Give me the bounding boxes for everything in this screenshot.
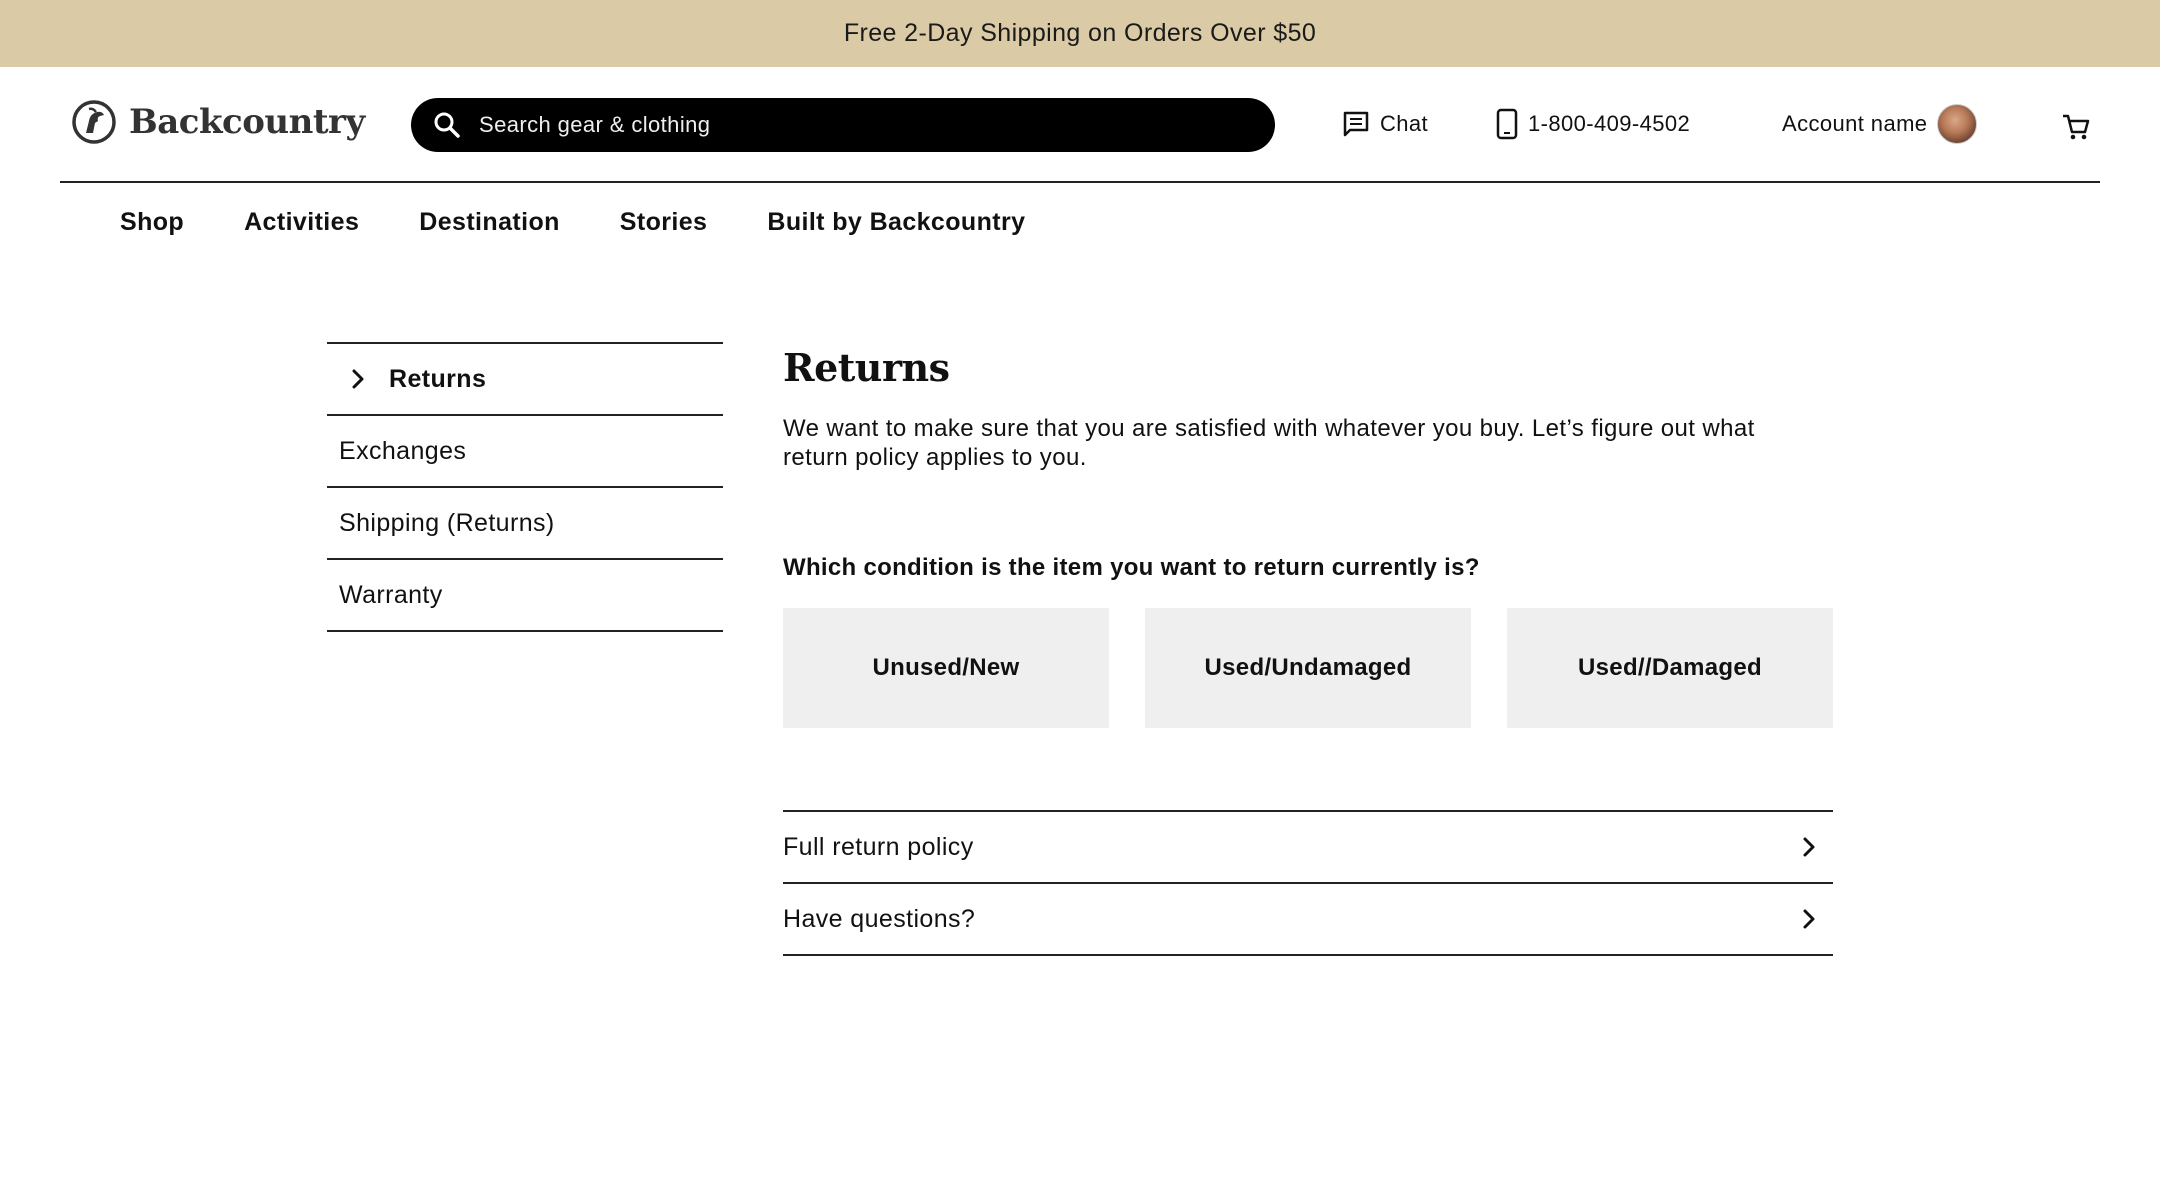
- sidebar-item-returns[interactable]: Returns: [327, 344, 723, 416]
- page-title: Returns: [783, 345, 950, 390]
- condition-question: Which condition is the item you want to …: [783, 554, 1480, 581]
- chat-button[interactable]: Chat: [1342, 107, 1428, 141]
- nav-item-destination[interactable]: Destination: [419, 208, 560, 248]
- phone-number: 1-800-409-4502: [1528, 111, 1691, 136]
- avatar: [1937, 104, 1978, 144]
- main-content: Returns We want to make sure that you ar…: [783, 340, 1833, 956]
- nav-item-built-by-backcountry[interactable]: Built by Backcountry: [767, 208, 1025, 248]
- account-label: Account name: [1782, 111, 1928, 136]
- condition-options: Unused/New Used/Undamaged Used//Damaged: [783, 608, 1833, 728]
- nav-item-activities[interactable]: Activities: [244, 208, 359, 248]
- promo-text: Free 2-Day Shipping on Orders Over $50: [843, 19, 1317, 47]
- chat-icon: [1343, 111, 1369, 137]
- chevron-right-icon: [1803, 909, 1815, 929]
- search-icon: [434, 112, 460, 138]
- nav-item-shop[interactable]: Shop: [120, 208, 184, 248]
- sidebar-item-warranty[interactable]: Warranty: [327, 560, 723, 632]
- sidebar-item-shipping-returns[interactable]: Shipping (Returns): [327, 488, 723, 560]
- option-used-undamaged-button[interactable]: Used/Undamaged: [1145, 608, 1471, 728]
- search-input[interactable]: Search gear & clothing: [479, 112, 710, 138]
- search-bar[interactable]: Search gear & clothing: [411, 98, 1275, 152]
- sidebar-nav: Returns Exchanges Shipping (Returns) War…: [327, 342, 723, 632]
- promo-banner: Free 2-Day Shipping on Orders Over $50: [0, 0, 2160, 67]
- option-used-damaged-button[interactable]: Used//Damaged: [1507, 608, 1833, 728]
- chevron-right-icon: [1803, 837, 1815, 857]
- sidebar-item-label: Shipping (Returns): [339, 508, 555, 537]
- have-questions-link[interactable]: Have questions?: [783, 884, 1833, 956]
- accordion-label: Have questions?: [783, 904, 976, 933]
- accordion-label: Full return policy: [783, 832, 974, 861]
- account-menu[interactable]: Account name: [1782, 104, 1978, 144]
- nav-item-stories[interactable]: Stories: [620, 208, 708, 248]
- phone-link[interactable]: 1-800-409-4502: [1496, 107, 1690, 141]
- main-nav: Shop Activities Destination Stories Buil…: [120, 208, 1025, 248]
- chat-label: Chat: [1380, 111, 1429, 136]
- phone-icon: [1496, 108, 1518, 140]
- sidebar-item-exchanges[interactable]: Exchanges: [327, 416, 723, 488]
- intro-text: We want to make sure that you are satisf…: [783, 415, 1755, 471]
- full-return-policy-link[interactable]: Full return policy: [783, 812, 1833, 884]
- logo[interactable]: Backcountry: [71, 97, 365, 147]
- site-header: Backcountry Search gear & clothing Chat …: [60, 67, 2100, 183]
- sidebar-item-label: Warranty: [339, 580, 443, 609]
- option-unused-new-button[interactable]: Unused/New: [783, 608, 1109, 728]
- sidebar-item-label: Exchanges: [339, 436, 467, 465]
- sidebar-item-label: Returns: [389, 364, 487, 393]
- info-accordion: Full return policy Have questions?: [783, 810, 1833, 956]
- cart-icon[interactable]: [2060, 111, 2092, 143]
- goat-logo-icon: [72, 100, 116, 144]
- logo-text: Backcountry: [129, 102, 365, 142]
- chevron-right-icon: [352, 369, 364, 389]
